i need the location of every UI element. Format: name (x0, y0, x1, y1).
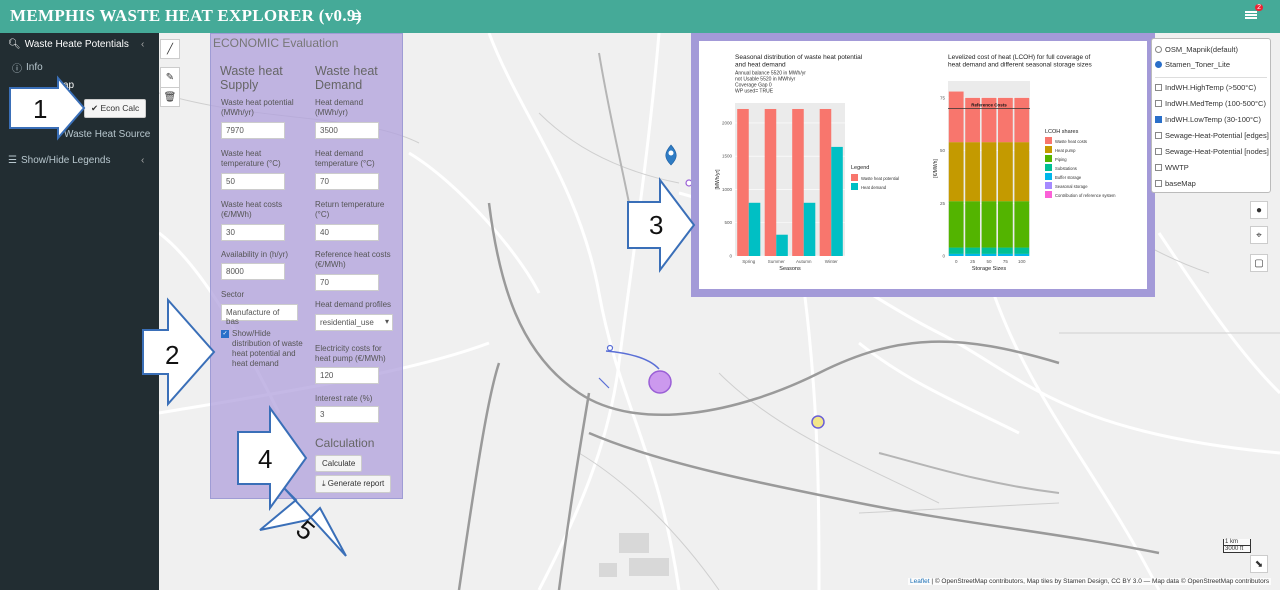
callout-4-label: 4 (258, 444, 273, 474)
map-attribution: Leaflet | © OpenStreetMap contributors, … (908, 578, 1272, 585)
callout-layer (9, 75, 696, 557)
callout-1-label: 1 (33, 94, 48, 124)
leaflet-link[interactable]: Leaflet (910, 578, 930, 585)
scale-km: 1 km (1223, 539, 1251, 546)
callout-3-label: 3 (649, 210, 664, 240)
map-scale: 1 km 3000 ft (1223, 539, 1251, 553)
scale-ft: 3000 ft (1223, 546, 1251, 553)
attribution-text: | © OpenStreetMap contributors, Map tile… (931, 578, 1270, 585)
app-root: MEMPHIS WASTE HEAT EXPLORER (v0.9) ≡ 2 🔍… (0, 0, 1280, 590)
callout-2-label: 2 (165, 340, 180, 370)
